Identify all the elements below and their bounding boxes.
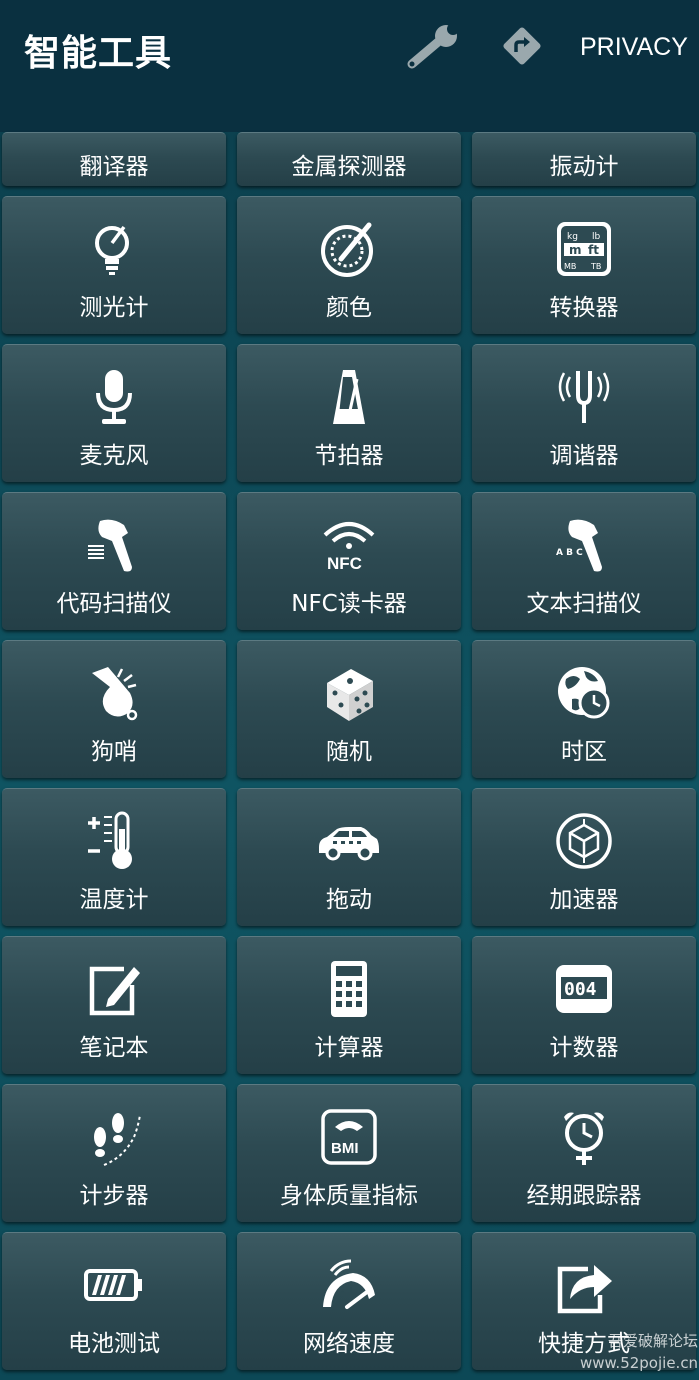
- tool-label: 笔记本: [79, 1035, 149, 1061]
- metronome-icon: [319, 367, 379, 427]
- barcode-scanner-icon: [84, 515, 144, 575]
- counter-icon: 004: [554, 959, 614, 1019]
- notepad-edit-icon: [84, 959, 144, 1019]
- tool-period-tracker[interactable]: 经期跟踪器: [472, 1084, 696, 1222]
- tool-label: 代码扫描仪: [56, 591, 172, 617]
- watermark-line1: 吾爱破解论坛: [607, 1332, 698, 1350]
- tool-timezone[interactable]: 时区: [472, 640, 696, 778]
- thermometer-icon: [84, 811, 144, 871]
- tool-label: 身体质量指标: [280, 1183, 418, 1209]
- unit-converter-icon: kg lb m ft MB TB: [554, 219, 614, 279]
- tool-label: 调谐器: [549, 443, 619, 469]
- app-bar: 智能工具 PRIVACY: [0, 0, 699, 132]
- tool-vibrometer[interactable]: 振动计: [472, 132, 696, 186]
- tool-label: 狗哨: [91, 739, 137, 765]
- privacy-button[interactable]: PRIVACY: [580, 33, 688, 62]
- unit-ft: ft: [588, 243, 599, 257]
- tool-network-speed[interactable]: 网络速度: [237, 1232, 461, 1370]
- tool-color[interactable]: 颜色: [237, 196, 461, 334]
- tool-dog-whistle[interactable]: 狗哨: [2, 640, 226, 778]
- nfc-text: NFC: [327, 554, 362, 573]
- tool-label: 文本扫描仪: [526, 591, 642, 617]
- tool-thermometer[interactable]: 温度计: [2, 788, 226, 926]
- unit-mb: MB: [564, 262, 576, 271]
- calculator-icon: [319, 959, 379, 1019]
- tool-drag[interactable]: 拖动: [237, 788, 461, 926]
- unit-m: m: [569, 243, 582, 257]
- tool-notepad[interactable]: 笔记本: [2, 936, 226, 1074]
- tool-accelerometer[interactable]: 加速器: [472, 788, 696, 926]
- tool-counter[interactable]: 004 计数器: [472, 936, 696, 1074]
- nfc-icon: NFC: [319, 515, 379, 575]
- tool-label: 时区: [561, 739, 607, 765]
- share-icon: [554, 1255, 614, 1315]
- tool-label: 温度计: [79, 887, 149, 913]
- tools-screen: 智能工具 PRIVACY 翻译器 金属探测器 振动计 测光计 颜色 kg lb …: [0, 0, 699, 1380]
- tool-label: 拖动: [326, 887, 372, 913]
- tool-label: 网络速度: [303, 1331, 395, 1357]
- tool-label: 计数器: [549, 1035, 619, 1061]
- tool-label: 翻译器: [79, 154, 149, 180]
- tool-battery-test[interactable]: 电池测试: [2, 1232, 226, 1370]
- tool-pedometer[interactable]: 计步器: [2, 1084, 226, 1222]
- abc-text: A B C: [556, 548, 583, 558]
- color-dial-icon: [319, 219, 379, 279]
- alarm-venus-icon: [554, 1107, 614, 1167]
- tool-code-scanner[interactable]: 代码扫描仪: [2, 492, 226, 630]
- tool-label: 电池测试: [68, 1331, 160, 1357]
- tool-text-scanner[interactable]: A B C 文本扫描仪: [472, 492, 696, 630]
- tool-label: 转换器: [549, 295, 619, 321]
- directions-icon[interactable]: [500, 24, 544, 68]
- tool-label: 测光计: [79, 295, 149, 321]
- footsteps-icon: [84, 1107, 144, 1167]
- tool-label: 经期跟踪器: [526, 1183, 642, 1209]
- tool-light-meter[interactable]: 测光计: [2, 196, 226, 334]
- watermark-line2: www.52pojie.cn: [580, 1354, 699, 1372]
- tuning-fork-icon: [554, 367, 614, 427]
- light-meter-icon: [84, 219, 144, 279]
- whistle-icon: [84, 663, 144, 723]
- wrench-icon[interactable]: [406, 22, 464, 70]
- tool-label: 颜色: [326, 295, 372, 321]
- speedometer-icon: [319, 1255, 379, 1315]
- app-title: 智能工具: [24, 33, 173, 74]
- bmi-text: BMI: [331, 1140, 359, 1157]
- tool-converter[interactable]: kg lb m ft MB TB 转换器: [472, 196, 696, 334]
- tool-random[interactable]: 随机: [237, 640, 461, 778]
- tool-translator[interactable]: 翻译器: [2, 132, 226, 186]
- tool-label: 金属探测器: [291, 154, 407, 180]
- dice-icon: [319, 663, 379, 723]
- unit-kg: kg: [567, 232, 578, 242]
- tool-microphone[interactable]: 麦克风: [2, 344, 226, 482]
- tool-label: 随机: [326, 739, 372, 765]
- tool-calculator[interactable]: 计算器: [237, 936, 461, 1074]
- text-scanner-icon: A B C: [554, 515, 614, 575]
- globe-clock-icon: [554, 663, 614, 723]
- battery-icon: [84, 1255, 144, 1315]
- tool-tuner[interactable]: 调谐器: [472, 344, 696, 482]
- tool-metronome[interactable]: 节拍器: [237, 344, 461, 482]
- car-icon: [319, 811, 379, 871]
- tool-label: 节拍器: [314, 443, 384, 469]
- tool-nfc-reader[interactable]: NFC NFC读卡器: [237, 492, 461, 630]
- unit-lb: lb: [592, 232, 601, 242]
- tool-label: 麦克风: [79, 443, 149, 469]
- tool-bmi[interactable]: BMI 身体质量指标: [237, 1084, 461, 1222]
- unit-tb: TB: [590, 262, 601, 271]
- tool-label: NFC读卡器: [291, 591, 407, 617]
- tool-label: 加速器: [549, 887, 619, 913]
- bmi-scale-icon: BMI: [319, 1107, 379, 1167]
- counter-digits: 004: [564, 979, 597, 1000]
- tool-metal-detector[interactable]: 金属探测器: [237, 132, 461, 186]
- microphone-icon: [84, 367, 144, 427]
- tool-label: 振动计: [549, 154, 619, 180]
- accelerometer-cube-icon: [554, 811, 614, 871]
- tool-label: 计算器: [314, 1035, 384, 1061]
- watermark: 吾爱破解论坛 www.52pojie.cn: [580, 1330, 698, 1374]
- tool-label: 计步器: [79, 1183, 149, 1209]
